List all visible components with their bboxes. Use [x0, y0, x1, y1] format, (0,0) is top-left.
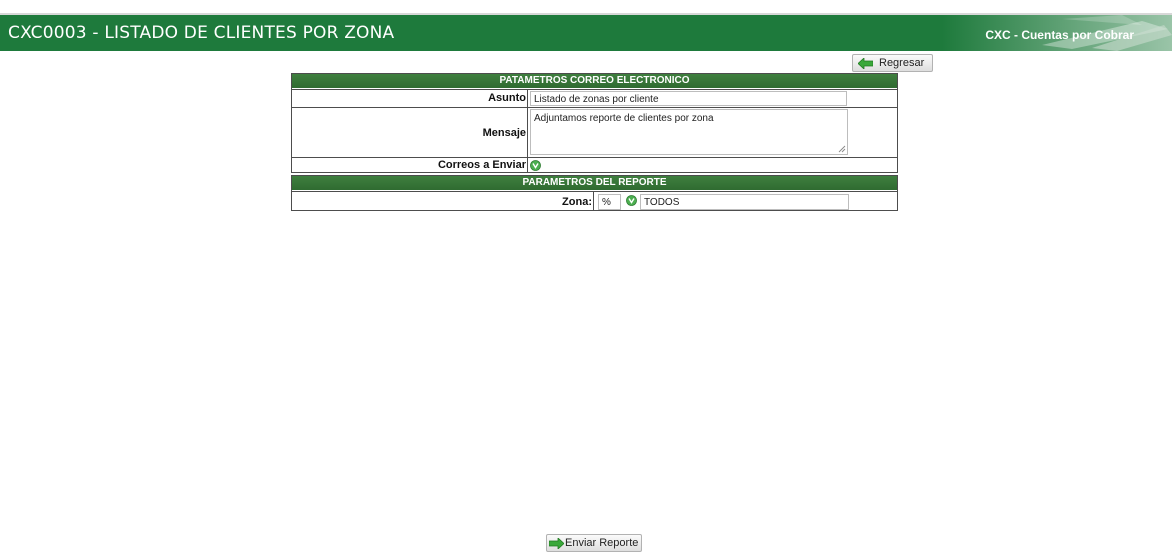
report-section-title: PARAMETROS DEL REPORTE [292, 176, 897, 191]
subject-input[interactable]: Listado de zonas por cliente [530, 91, 847, 106]
send-report-label: Enviar Reporte [565, 537, 639, 549]
subject-label: Asunto [488, 92, 526, 104]
row-separator [527, 90, 528, 107]
app-header: CXC0003 - LISTADO DE CLIENTES POR ZONA C… [0, 13, 1172, 51]
recipients-lookup-icon[interactable] [530, 160, 541, 171]
row-separator [527, 108, 528, 157]
back-button-label: Regresar [879, 57, 925, 69]
recipients-row: Correos a Enviar [292, 157, 897, 173]
arrow-right-icon [549, 537, 564, 549]
zone-row: Zona: % TODOS [292, 191, 897, 211]
subject-row: Asunto Listado de zonas por cliente [292, 89, 897, 107]
row-separator [593, 192, 594, 211]
zone-lookup-icon[interactable] [626, 195, 637, 206]
row-separator [527, 158, 528, 173]
back-button[interactable]: Regresar [852, 54, 933, 72]
page-title: CXC0003 - LISTADO DE CLIENTES POR ZONA [8, 23, 395, 43]
resize-handle-icon[interactable] [838, 145, 846, 153]
module-name: CXC - Cuentas por Cobrar [985, 28, 1134, 42]
email-parameters-panel: PATAMETROS CORREO ELECTRONICO Asunto Lis… [291, 73, 898, 173]
zone-label: Zona: [562, 196, 592, 208]
zone-name-input[interactable]: TODOS [640, 194, 849, 210]
report-parameters-panel: PARAMETROS DEL REPORTE Zona: % TODOS [291, 175, 898, 211]
message-text: Adjuntamos reporte de clientes por zona [534, 113, 714, 124]
email-section-title: PATAMETROS CORREO ELECTRONICO [292, 74, 897, 89]
zone-code-input[interactable]: % [598, 194, 621, 210]
recipients-label: Correos a Enviar [437, 159, 526, 171]
message-row: Mensaje Adjuntamos reporte de clientes p… [292, 107, 897, 157]
message-textarea[interactable]: Adjuntamos reporte de clientes por zona [530, 109, 848, 155]
message-label: Mensaje [482, 127, 526, 139]
arrow-left-icon [858, 57, 873, 69]
send-report-button[interactable]: Enviar Reporte [546, 534, 642, 552]
